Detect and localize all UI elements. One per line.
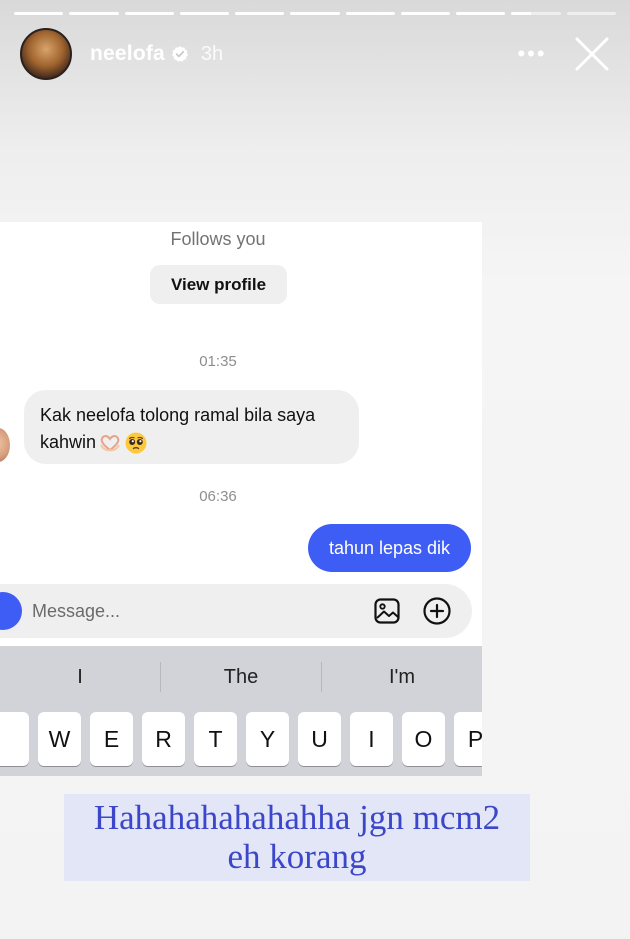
suggestion-item[interactable]: The (161, 666, 321, 689)
key-u[interactable]: U (298, 712, 341, 766)
caption-line1: Hahahahahahahha jgn mcm2 (93, 798, 501, 837)
progress-segment-fill (511, 12, 532, 15)
message-input[interactable] (32, 593, 372, 629)
progress-segment-fill (345, 12, 395, 15)
progress-segment-fill (179, 12, 230, 15)
keyboard-top-row: W E R T Y U I O P (0, 712, 482, 766)
progress-segment (14, 12, 64, 15)
message-timestamp: 01:35 (199, 353, 237, 370)
suggestion-item[interactable]: I'm (322, 666, 482, 689)
key-o[interactable]: O (402, 712, 445, 766)
story-header: neelofa 3h ••• (20, 28, 614, 80)
progress-segment (566, 12, 616, 15)
suggestion-item[interactable]: I (0, 666, 160, 689)
key-p[interactable]: P (454, 712, 482, 766)
progress-segment-fill (456, 12, 506, 15)
view-profile-button[interactable]: View profile (150, 265, 287, 304)
avatar[interactable] (20, 28, 72, 80)
key-t[interactable]: T (194, 712, 237, 766)
progress-segment-fill (69, 12, 119, 15)
more-options-button[interactable]: ••• (512, 34, 552, 74)
add-circle-icon (423, 597, 451, 625)
progress-segment (400, 12, 451, 15)
caption-line2: eh korang (227, 837, 367, 876)
more-horizontal-icon: ••• (517, 41, 547, 66)
key-w[interactable]: W (38, 712, 81, 766)
key-i[interactable]: I (350, 712, 393, 766)
progress-segment-fill (290, 12, 340, 15)
verified-badge-icon (171, 46, 189, 62)
follows-you-label: Follows you (170, 229, 266, 249)
incoming-message-line2: kahwin (40, 432, 97, 452)
key-y[interactable]: Y (246, 712, 289, 766)
progress-segment-fill (400, 12, 451, 15)
dm-screenshot: Follows you View profile 01:35 Kak neelo… (0, 222, 482, 646)
incoming-message-line1: Kak neelofa tolong ramal bila saya (40, 405, 316, 425)
heart-hands-emoji (100, 435, 120, 452)
progress-segment (290, 12, 340, 15)
progress-segment (124, 12, 174, 15)
progress-segment (69, 12, 119, 15)
camera-icon[interactable] (0, 592, 22, 630)
key-q[interactable] (0, 712, 29, 766)
keyboard-suggestions: I The I'm (0, 646, 482, 708)
gallery-icon (374, 598, 400, 624)
outgoing-message-bubble[interactable]: tahun lepas dik (308, 524, 471, 572)
pleading-face-emoji (125, 432, 147, 454)
keyboard: I The I'm W E R T Y U I O P (0, 646, 482, 776)
progress-segment (345, 12, 395, 15)
story-caption: Hahahahahahahha jgn mcm2 eh korang (64, 794, 530, 881)
add-button[interactable] (422, 596, 452, 626)
progress-segment (456, 12, 506, 15)
progress-segment (511, 12, 561, 15)
sender-avatar[interactable] (0, 428, 10, 462)
progress-segment-fill (14, 12, 64, 15)
progress-segment (179, 12, 230, 15)
story-progress-bar (14, 12, 616, 15)
message-timestamp: 06:36 (199, 488, 237, 505)
story-time-ago: 3h (200, 42, 224, 65)
key-r[interactable]: R (142, 712, 185, 766)
progress-segment-fill (235, 12, 285, 15)
incoming-message-bubble[interactable]: Kak neelofa tolong ramal bila saya kahwi… (24, 390, 359, 464)
progress-segment-fill (124, 12, 174, 15)
key-e[interactable]: E (90, 712, 133, 766)
gallery-button[interactable] (372, 596, 402, 626)
progress-segment (235, 12, 285, 15)
close-x-icon[interactable] (570, 32, 614, 76)
username[interactable]: neelofa (90, 42, 165, 66)
message-composer (0, 584, 472, 638)
